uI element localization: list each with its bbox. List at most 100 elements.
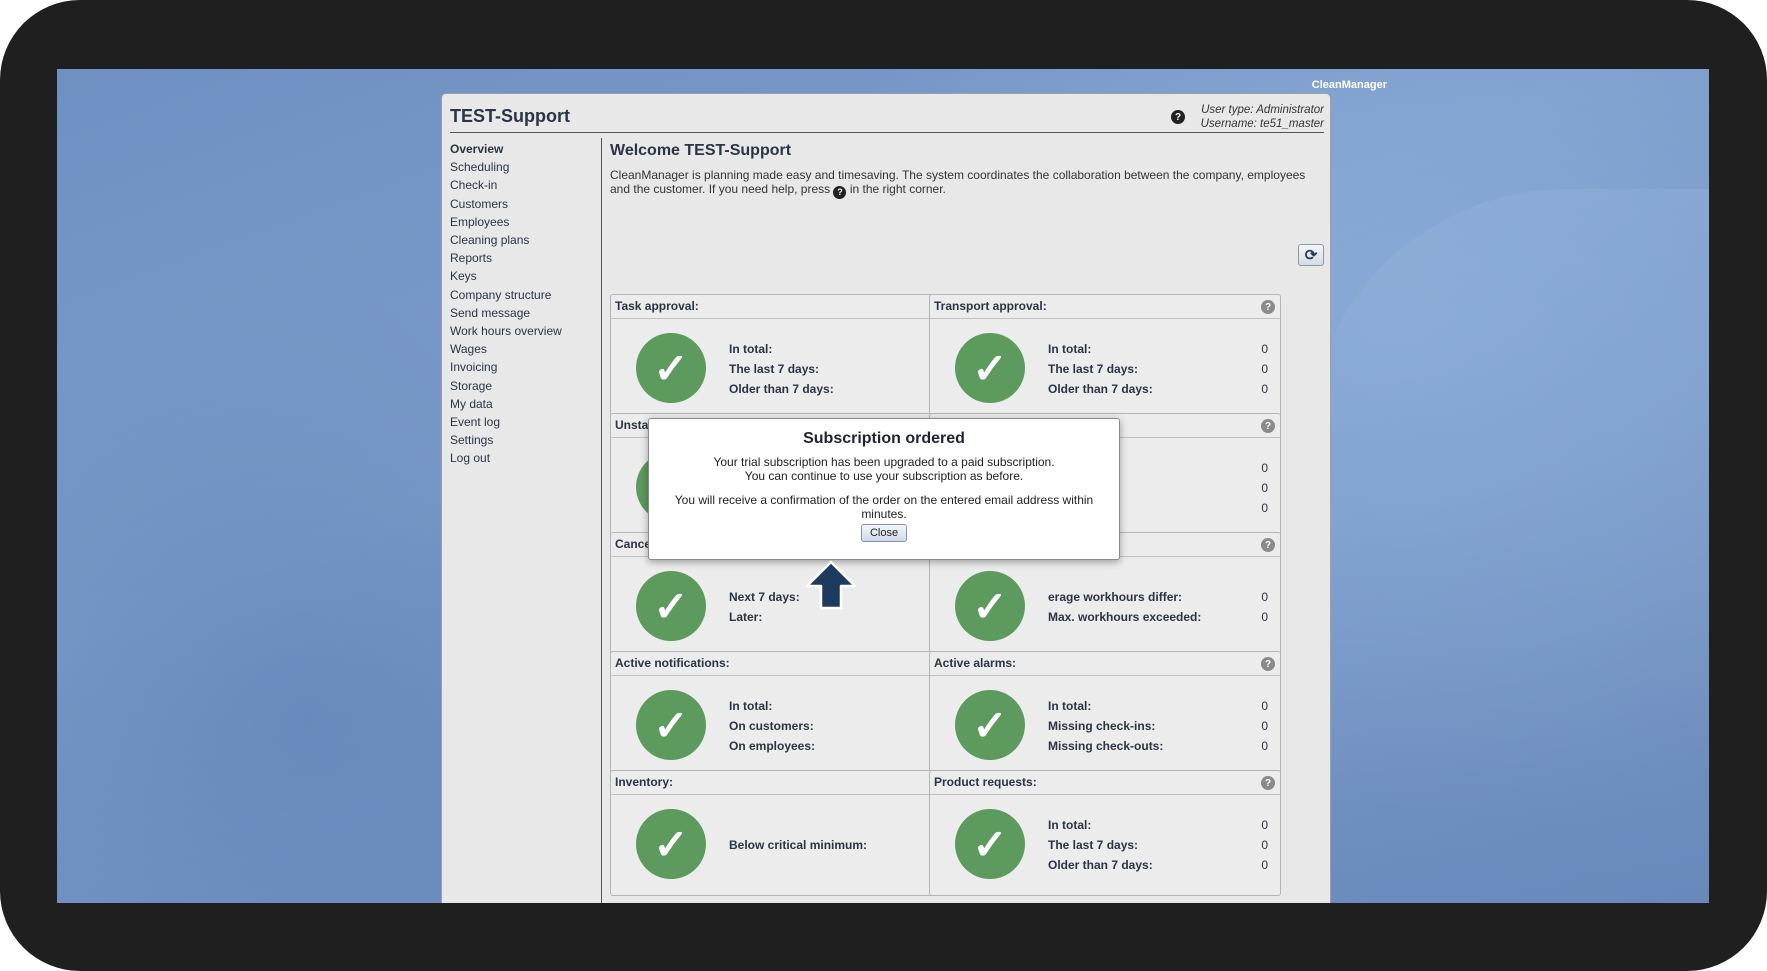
help-icon[interactable]: ? [1261, 300, 1275, 314]
stat-value: 0 [1261, 590, 1268, 604]
sidebar-item-wages[interactable]: Wages [450, 340, 600, 358]
user-type: User type: Administrator [1201, 104, 1324, 116]
user-info: User type: Administrator Username: te51_… [1201, 103, 1324, 131]
stat-label: Older than 7 days: [1048, 858, 1153, 872]
stat-label: Later: [729, 610, 763, 624]
sidebar-item-customers[interactable]: Customers [450, 195, 600, 213]
dialog-line-2: You can continue to use your subscriptio… [744, 468, 1024, 483]
stat-label: Next 7 days: [729, 590, 800, 604]
stats-list: In total:0The last 7 days:0Older than 7 … [1048, 319, 1268, 419]
stat-row: In total:0 [1048, 815, 1268, 835]
panel-body: ✓Next 7 days:0Later:0 [611, 557, 961, 657]
help-icon[interactable]: ? [1171, 110, 1185, 124]
stat-label: Missing check-outs: [1048, 739, 1164, 753]
welcome-heading: Welcome TEST-Support [610, 142, 792, 159]
stat-value: 0 [1261, 719, 1268, 733]
help-icon[interactable]: ? [1261, 538, 1275, 552]
dialog-title: Subscription ordered [803, 430, 965, 447]
sidebar-item-storage[interactable]: Storage [450, 377, 600, 395]
brand-label: CleanManager [1311, 79, 1387, 91]
stat-value: 0 [1261, 838, 1268, 852]
panel-title: Transport approval:? [930, 295, 1280, 319]
stat-row: Older than 7 days:0 [729, 379, 949, 399]
stat-row: Missing check-outs: 0 [1048, 736, 1268, 756]
stat-row: The last 7 days: 0 [1048, 835, 1268, 855]
help-icon[interactable]: ? [1261, 657, 1275, 671]
close-button[interactable]: Close [860, 524, 908, 542]
subscription-dialog: Subscription ordered Your trial subscrip… [648, 418, 1120, 560]
help-icon[interactable]: ? [1261, 419, 1275, 433]
sidebar-item-event-log[interactable]: Event log [450, 413, 600, 431]
sidebar-item-log-out[interactable]: Log out [450, 449, 600, 467]
panel-title-text: Product requests: [934, 775, 1037, 789]
check-icon: ✓ [955, 809, 1025, 879]
panel-body: ✓In total:0The last 7 days:0Older than 7… [611, 319, 961, 419]
sidebar-item-reports[interactable]: Reports [450, 249, 600, 267]
sidebar-item-cleaning-plans[interactable]: Cleaning plans [450, 231, 600, 249]
sidebar-item-employees[interactable]: Employees [450, 213, 600, 231]
panel-task-approval: Task approval:?✓In total:0The last 7 day… [610, 294, 962, 420]
background-swoosh [1307, 189, 1709, 903]
stat-label: Older than 7 days: [1048, 382, 1153, 396]
username: Username: te51_master [1200, 118, 1324, 130]
help-icon-inline: ? [833, 185, 847, 199]
stat-row: Later:0 [729, 607, 949, 627]
stat-label: erage workhours differ: [1048, 590, 1183, 604]
stat-row: On employees:0 [729, 736, 949, 756]
sidebar-divider [601, 138, 602, 903]
sidebar-item-invoicing[interactable]: Invoicing [450, 358, 600, 376]
intro-text-end: in the right corner. [849, 182, 946, 196]
panel-title-text: Active alarms: [934, 656, 1017, 670]
stat-row: Missing check-ins: 0 [1048, 716, 1268, 736]
sidebar-item-my-data[interactable]: My data [450, 395, 600, 413]
sidebar-nav: Overview Scheduling Check-in Customers E… [450, 140, 600, 468]
help-icon[interactable]: ? [1261, 776, 1275, 790]
stat-row: In total:0 [729, 696, 949, 716]
stats-list: Below critical minimum:0 [729, 795, 949, 895]
sidebar-item-work-hours-overview[interactable]: Work hours overview [450, 322, 600, 340]
panel-body: ✓ In total:0On customers:0On employees:0 [611, 676, 961, 776]
stats-list: In total: 0 Missing check-ins: 0 Missing che… [1048, 676, 1268, 776]
stat-row: In total:0 [1048, 696, 1268, 716]
sidebar-item-send-message[interactable]: Send message [450, 304, 600, 322]
dialog-line-1: Your trial subscription has been upgrade… [713, 455, 1055, 469]
stat-value: 0 [1261, 362, 1268, 376]
pointer-arrow-icon [805, 560, 857, 610]
stat-label: On employees: [729, 739, 816, 753]
dialog-message: Your trial subscription has been upgrade… [649, 455, 1119, 483]
stat-value: 0 [1261, 858, 1268, 872]
stat-row: Older than 7 days: 0 [1048, 855, 1268, 875]
panel-transport-approval: Transport approval:? ✓ In total: 0 The last … [929, 294, 1281, 420]
stats-list: In total:0The last 7 days:0Older than 7 … [729, 319, 949, 419]
stat-label: Missing check-ins: [1048, 719, 1156, 733]
sidebar-item-settings[interactable]: Settings [450, 431, 600, 449]
check-icon: ✓ [636, 571, 706, 641]
sidebar-item-overview[interactable]: Overview [450, 140, 600, 158]
check-icon: ✓ [636, 809, 706, 879]
panel-body: ✓In total:0The last 7 days:0Older than 7… [930, 319, 1280, 419]
stat-value: 0 [1261, 481, 1268, 495]
panel-title: Task approval:? [611, 295, 961, 319]
panel-body: ✓In total:0The last 7 days:0Older than 7… [930, 795, 1280, 895]
stat-value: 0 [1261, 342, 1268, 356]
stat-row: Max. workhours exceeded: 0 [1048, 607, 1268, 627]
sidebar-item-company-structure[interactable]: Company structure [450, 286, 600, 304]
dialog-confirmation-text: You will receive a confirmation of the o… [674, 493, 1094, 521]
panel-body: ✓ Below critical minimum:0 [611, 795, 961, 895]
stat-value: 0 [1261, 610, 1268, 624]
panel-title-text: Inventory: [615, 775, 674, 789]
refresh-button[interactable]: ⟳ [1298, 244, 1324, 266]
stat-row: In total:0 [729, 339, 949, 359]
panel-title: Active alarms:? [930, 652, 1280, 676]
panel-inventory: Inventory:? ✓ Below critical minimum:0 [610, 770, 962, 896]
panel-body: ✓ In total: 0 Missing check-ins: 0 Missing ch… [930, 676, 1280, 776]
stat-row: On customers:0 [729, 716, 949, 736]
panel-body: ✓ erage workhours differ: 0 Max. workhours … [930, 557, 1280, 657]
sidebar-item-check-in[interactable]: Check-in [450, 176, 600, 194]
stat-label: The last 7 days: [1048, 362, 1139, 376]
stats-list: In total:0The last 7 days:0Older than 7 … [1048, 795, 1268, 895]
sidebar-item-keys[interactable]: Keys [450, 267, 600, 285]
sidebar-item-scheduling[interactable]: Scheduling [450, 158, 600, 176]
stat-label: In total: [1048, 818, 1092, 832]
panel-title: Product requests:? [930, 771, 1280, 795]
